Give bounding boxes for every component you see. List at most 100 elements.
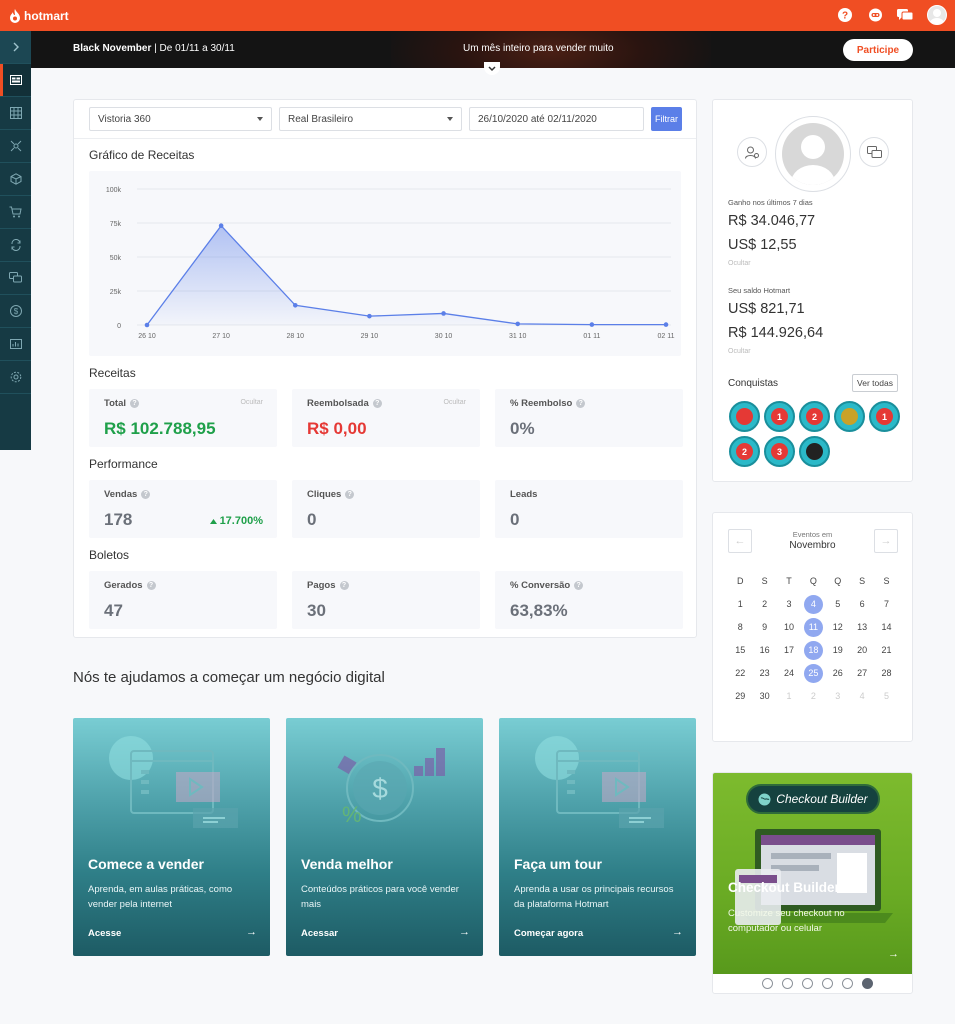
data-point[interactable]	[144, 322, 150, 328]
carousel-dot[interactable]	[782, 978, 793, 989]
promo-link[interactable]: Acesse	[88, 928, 121, 939]
achievement-badge[interactable]: 1	[764, 401, 795, 432]
achievement-badge[interactable]	[799, 436, 830, 467]
help-icon[interactable]: ?	[146, 581, 156, 590]
hide-link[interactable]: Ocultar	[728, 260, 751, 267]
help-icon[interactable]: ?	[130, 399, 139, 408]
see-all-button[interactable]: Ver todas	[852, 374, 898, 392]
participate-button[interactable]: Participe	[843, 39, 913, 61]
calendar-day[interactable]: 6	[850, 595, 874, 613]
hide-link[interactable]: Ocultar	[728, 348, 751, 355]
calendar-day[interactable]: 3	[777, 595, 801, 613]
user-avatar[interactable]	[927, 5, 947, 25]
promo-card-tour[interactable]: Faça um tour Aprenda a usar os principai…	[499, 718, 696, 956]
user-settings-icon[interactable]	[737, 137, 767, 167]
calendar-day[interactable]: 10	[777, 618, 801, 636]
calendar-day[interactable]: 17	[777, 641, 801, 659]
help-icon[interactable]: ?	[837, 7, 853, 23]
calendar-day[interactable]: 24	[777, 664, 801, 682]
product-select[interactable]: Vistoria 360	[89, 107, 272, 131]
calendar-day[interactable]: 1	[728, 595, 752, 613]
calendar-day[interactable]: 9	[752, 618, 776, 636]
calendar-day[interactable]: 5	[874, 687, 898, 705]
calendar-day[interactable]: 3	[826, 687, 850, 705]
help-icon[interactable]: ?	[345, 490, 355, 499]
calendar-day-event[interactable]: 11	[801, 617, 825, 637]
filter-button[interactable]: Filtrar	[651, 107, 682, 131]
hide-link[interactable]: Ocultar	[443, 399, 466, 406]
hide-link[interactable]: Ocultar	[240, 399, 263, 406]
support-icon[interactable]	[867, 7, 883, 23]
data-point[interactable]	[367, 313, 372, 319]
sidebar-item-messages[interactable]	[0, 262, 31, 295]
calendar-day[interactable]: 22	[728, 664, 752, 682]
achievement-badge[interactable]	[834, 401, 865, 432]
promo-card-sell-better[interactable]: $ % Venda melhor Conteúdos práticos para…	[286, 718, 483, 956]
sidebar-item-market[interactable]	[0, 163, 31, 196]
data-point[interactable]	[441, 311, 446, 316]
arrow-right-icon[interactable]: →	[459, 926, 470, 938]
chevron-down-icon[interactable]	[484, 62, 500, 75]
arrow-right-icon[interactable]: →	[672, 926, 683, 938]
calendar-day[interactable]: 4	[850, 687, 874, 705]
calendar-day[interactable]: 14	[874, 618, 898, 636]
calendar-day[interactable]: 15	[728, 641, 752, 659]
hotmart-logo[interactable]: hotmart	[9, 8, 69, 23]
promo-link[interactable]: Começar agora	[514, 928, 583, 939]
calendar-day[interactable]: 21	[874, 641, 898, 659]
calendar-day[interactable]: 23	[752, 664, 776, 682]
calendar-day[interactable]: 5	[826, 595, 850, 613]
calendar-day-event[interactable]: 4	[801, 594, 825, 614]
arrow-right-icon[interactable]: →	[888, 948, 899, 960]
sidebar-item-reports[interactable]	[0, 328, 31, 361]
achievement-badge[interactable]: 2	[799, 401, 830, 432]
data-point[interactable]	[292, 302, 298, 308]
data-point[interactable]	[515, 321, 521, 327]
sidebar-item-affiliates[interactable]	[0, 130, 31, 163]
data-point[interactable]	[589, 322, 595, 327]
profile-avatar[interactable]	[775, 116, 851, 192]
calendar-day[interactable]: 1	[777, 687, 801, 705]
calendar-day[interactable]: 16	[752, 641, 776, 659]
help-icon[interactable]: ?	[141, 490, 151, 499]
calendar-day[interactable]: 28	[874, 664, 898, 682]
calendar-day[interactable]: 27	[850, 664, 874, 682]
sidebar-expand[interactable]	[0, 31, 31, 64]
calendar-day[interactable]: 12	[826, 618, 850, 636]
data-point[interactable]	[218, 223, 224, 229]
promo-link[interactable]: Acessar	[301, 928, 338, 939]
next-month-button[interactable]: →	[874, 529, 898, 553]
achievement-badge[interactable]: 2	[729, 436, 760, 467]
promo-card-sell[interactable]: Comece a vender Aprenda, em aulas prátic…	[73, 718, 270, 956]
carousel-dot[interactable]	[842, 978, 853, 989]
sidebar-item-subscriptions[interactable]	[0, 229, 31, 262]
calendar-day[interactable]: 2	[752, 595, 776, 613]
chat-icon[interactable]	[859, 137, 889, 167]
sidebar-item-sales[interactable]	[0, 196, 31, 229]
carousel-dot[interactable]	[862, 978, 873, 989]
sidebar-item-products[interactable]	[0, 97, 31, 130]
calendar-day-event[interactable]: 25	[801, 663, 825, 683]
sidebar-item-finance[interactable]: $	[0, 295, 31, 328]
calendar-day[interactable]: 30	[752, 687, 776, 705]
help-icon[interactable]: ?	[576, 399, 586, 408]
carousel-dot[interactable]	[822, 978, 833, 989]
achievement-badge[interactable]: 3	[764, 436, 795, 467]
calendar-day[interactable]: 29	[728, 687, 752, 705]
data-point[interactable]	[663, 322, 669, 327]
calendar-day[interactable]: 8	[728, 618, 752, 636]
calendar-day[interactable]: 2	[801, 687, 825, 705]
arrow-right-icon[interactable]: →	[246, 926, 257, 938]
achievement-badge[interactable]	[729, 401, 760, 432]
achievement-badge[interactable]: 1	[869, 401, 900, 432]
calendar-day-event[interactable]: 18	[801, 640, 825, 660]
chat-icon[interactable]	[897, 7, 913, 23]
sidebar-item-settings[interactable]	[0, 361, 31, 394]
calendar-day[interactable]: 20	[850, 641, 874, 659]
currency-select[interactable]: Real Brasileiro	[279, 107, 462, 131]
calendar-day[interactable]: 13	[850, 618, 874, 636]
checkout-builder-card[interactable]: Checkout Builder Checkout Builder Custom…	[712, 772, 913, 994]
date-range-input[interactable]: 26/10/2020 até 02/11/2020	[469, 107, 644, 131]
calendar-day[interactable]: 7	[874, 595, 898, 613]
carousel-dot[interactable]	[762, 978, 773, 989]
